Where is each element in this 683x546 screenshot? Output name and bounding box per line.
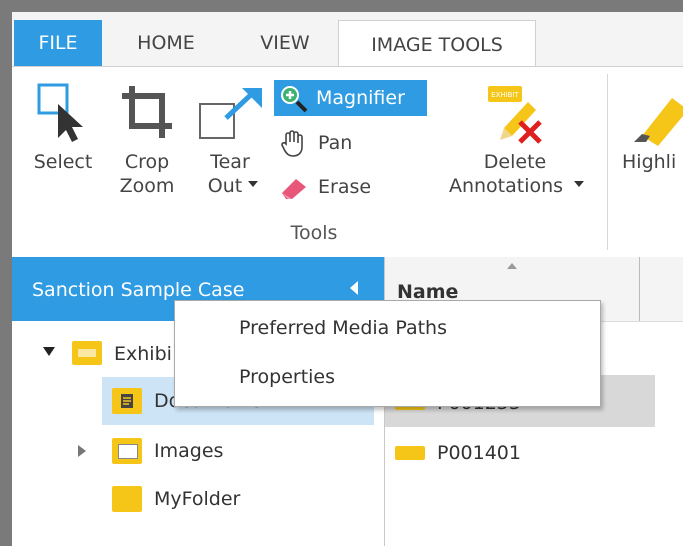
highlight-label: Highli — [622, 151, 677, 173]
tear-out-dropdown-icon — [248, 181, 258, 187]
annotations-label: Annotations — [448, 175, 564, 197]
delete-annotations-button[interactable]: EXHIBIT Delete Annotations — [440, 80, 590, 210]
pan-label: Pan — [318, 132, 353, 154]
context-menu: Preferred Media Paths Properties — [174, 300, 601, 407]
tab-view[interactable]: VIEW — [240, 20, 330, 66]
menu-item-properties[interactable]: Properties — [239, 366, 335, 388]
collapse-pane-icon[interactable] — [350, 281, 358, 295]
tear-label: Tear — [210, 151, 250, 173]
tools-group-label: Tools — [290, 222, 338, 244]
myfolder-folder-icon — [112, 486, 142, 512]
hand-icon — [281, 130, 303, 157]
file-row-p001401[interactable]: P001401 — [437, 442, 521, 464]
exhibits-folder-icon — [72, 341, 102, 365]
ribbon-group-separator — [607, 74, 608, 250]
delete-annotation-icon: EXHIBIT — [488, 86, 542, 144]
exhibit-sticker-icon — [395, 446, 425, 460]
select-label: Select — [33, 151, 93, 173]
column-divider[interactable] — [639, 257, 640, 321]
tree-item-images[interactable]: Images — [154, 440, 223, 462]
pan-button[interactable]: Pan — [278, 126, 398, 160]
tree-expander-expanded-icon[interactable] — [43, 347, 55, 356]
menu-item-preferred-media-paths[interactable]: Preferred Media Paths — [239, 317, 447, 339]
tab-image-tools[interactable]: IMAGE TOOLS — [338, 20, 536, 68]
tree-item-myfolder[interactable]: MyFolder — [154, 488, 240, 510]
magnifier-label: Magnifier — [316, 87, 405, 109]
sort-ascending-icon — [507, 263, 517, 269]
eraser-icon — [282, 179, 306, 199]
erase-label: Erase — [318, 176, 372, 198]
magnifier-button[interactable]: Magnifier — [274, 80, 427, 116]
app-window: FILE HOME VIEW IMAGE TOOLS Select Crop Z… — [0, 0, 683, 546]
erase-button[interactable]: Erase — [278, 170, 398, 204]
zoom-label: Zoom — [119, 175, 175, 197]
crop-label: Crop — [124, 151, 170, 173]
window-left-border — [0, 0, 12, 546]
crop-zoom-button[interactable]: Crop Zoom — [108, 80, 186, 210]
tear-out-button[interactable]: Tear Out — [190, 80, 270, 210]
tab-home[interactable]: HOME — [113, 20, 219, 66]
select-arrow-icon — [37, 83, 83, 142]
tree-expander-collapsed-icon[interactable] — [78, 445, 86, 457]
crop-icon — [122, 86, 172, 138]
delete-annotations-dropdown-icon — [574, 181, 584, 187]
magnifier-icon — [281, 86, 308, 113]
delete-label: Delete — [483, 151, 547, 173]
case-title: Sanction Sample Case — [32, 279, 245, 301]
tear-out-icon — [199, 88, 262, 139]
tab-file[interactable]: FILE — [14, 20, 102, 66]
tree-item-exhibits[interactable]: Exhibi — [114, 343, 172, 365]
highlighter-icon — [634, 98, 683, 146]
documents-folder-icon — [112, 388, 142, 414]
images-folder-icon — [112, 438, 142, 464]
window-top-border — [0, 0, 683, 12]
exhibit-badge-text: EXHIBIT — [491, 91, 519, 99]
highlight-button[interactable]: Highli — [618, 80, 683, 210]
select-button[interactable]: Select — [24, 80, 102, 200]
